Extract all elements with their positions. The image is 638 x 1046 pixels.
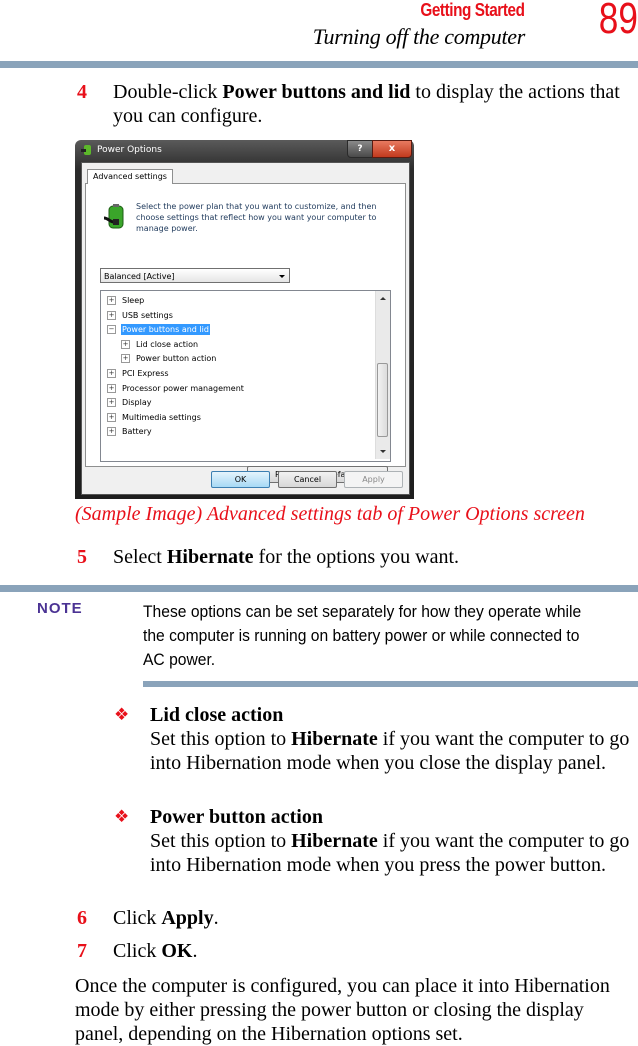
ok-button[interactable]: OK [211,471,270,488]
bullet-title: Power button action [150,806,323,828]
closing-paragraph: Once the computer is configured, you can… [75,975,610,1045]
tree-item[interactable]: + Processor power management [107,383,245,394]
tree-item-label: Power button action [136,354,217,364]
step-text: Click Apply. [113,907,219,929]
tree-item[interactable]: + Lid close action [121,339,199,350]
note-top-rule [0,585,638,592]
close-button[interactable]: x [372,140,412,158]
note-bottom-rule [143,681,638,687]
tab-advanced-settings[interactable]: Advanced settings [87,169,173,184]
scrollbar-thumb[interactable] [377,363,388,437]
expand-icon[interactable]: + [121,354,130,364]
expand-icon[interactable]: + [107,296,116,305]
settings-tree[interactable]: + Sleep + USB settings − Power buttons and li… [100,290,391,462]
power-plan-dropdown[interactable]: Balanced [Active] [100,268,290,283]
tree-item[interactable]: − Power buttons and lid [107,324,210,336]
step-text: Select Hibernate for the options you wan… [113,546,460,568]
page-title: Turning off the computer [312,24,526,49]
scroll-down-icon[interactable] [380,450,386,453]
tree-item[interactable]: + Battery [107,426,153,437]
tree-item-label: Sleep [122,296,145,305]
header-rule [0,61,638,68]
advanced-settings-panel: Select the power plan that you want to c… [85,183,406,483]
tree-item-label: Power buttons and lid [121,324,210,336]
help-button[interactable]: ? [347,140,373,158]
tree-scrollbar[interactable] [375,291,390,459]
tree-item-label: PCI Express [122,369,169,378]
step-text: Click OK. [113,940,198,962]
step-text: Double-click Power buttons and lid to di… [113,81,620,127]
chevron-down-icon [279,275,285,278]
tree-item[interactable]: + Display [107,397,153,408]
expand-icon[interactable]: + [107,383,116,393]
cancel-button[interactable]: Cancel [278,471,337,488]
tree-item-label: Display [122,398,152,408]
page-number: 89 [598,0,638,43]
section-title: Getting Started [420,0,526,20]
bullet-text: Set this option to Hibernate if you want… [150,728,630,774]
tree-item[interactable]: + PCI Express [107,368,170,379]
power-options-dialog: Power Options ? x Advanced settings Sele… [75,140,414,499]
apply-button[interactable]: Apply [344,471,403,488]
tree-item[interactable]: + USB settings [107,310,174,321]
step-number: 7 [77,940,87,962]
scroll-up-icon[interactable] [380,297,386,300]
dialog-title: Power Options [97,145,162,155]
bullet-text: Set this option to Hibernate if you want… [150,830,630,876]
tree-item-label: Lid close action [136,339,199,349]
tree-item[interactable]: + Sleep [107,295,145,306]
tree-item[interactable]: + Power button action [121,353,217,364]
note-text: These options can be set separately for … [143,602,582,669]
power-options-icon [81,145,91,155]
diamond-bullet-icon: ❖ [114,705,130,724]
image-caption: (Sample Image) Advanced settings tab of … [75,503,585,525]
step-number: 4 [77,81,87,103]
expand-icon[interactable]: + [121,339,130,349]
expand-icon[interactable]: + [107,369,116,378]
plan-description: Select the power plan that you want to c… [136,202,377,233]
battery-plug-icon [104,204,124,229]
dialog-body: Advanced settings Select the power plan … [81,162,410,495]
tree-item-label: Processor power management [122,383,244,393]
expand-icon[interactable]: + [107,427,116,437]
tree-item[interactable]: + Multimedia settings [107,412,202,423]
selected-plan: Balanced [Active] [104,272,175,281]
tree-item-label: Multimedia settings [122,412,201,422]
note-label: NOTE [37,600,83,617]
collapse-icon[interactable]: − [107,325,116,335]
expand-icon[interactable]: + [107,412,116,422]
tree-item-label: USB settings [122,310,173,320]
diamond-bullet-icon: ❖ [114,807,130,826]
expand-icon[interactable]: + [107,398,116,408]
step-number: 6 [77,907,87,929]
expand-icon[interactable]: + [107,310,116,320]
step-number: 5 [77,546,87,568]
tree-item-label: Battery [122,427,152,437]
bullet-title: Lid close action [150,704,284,726]
